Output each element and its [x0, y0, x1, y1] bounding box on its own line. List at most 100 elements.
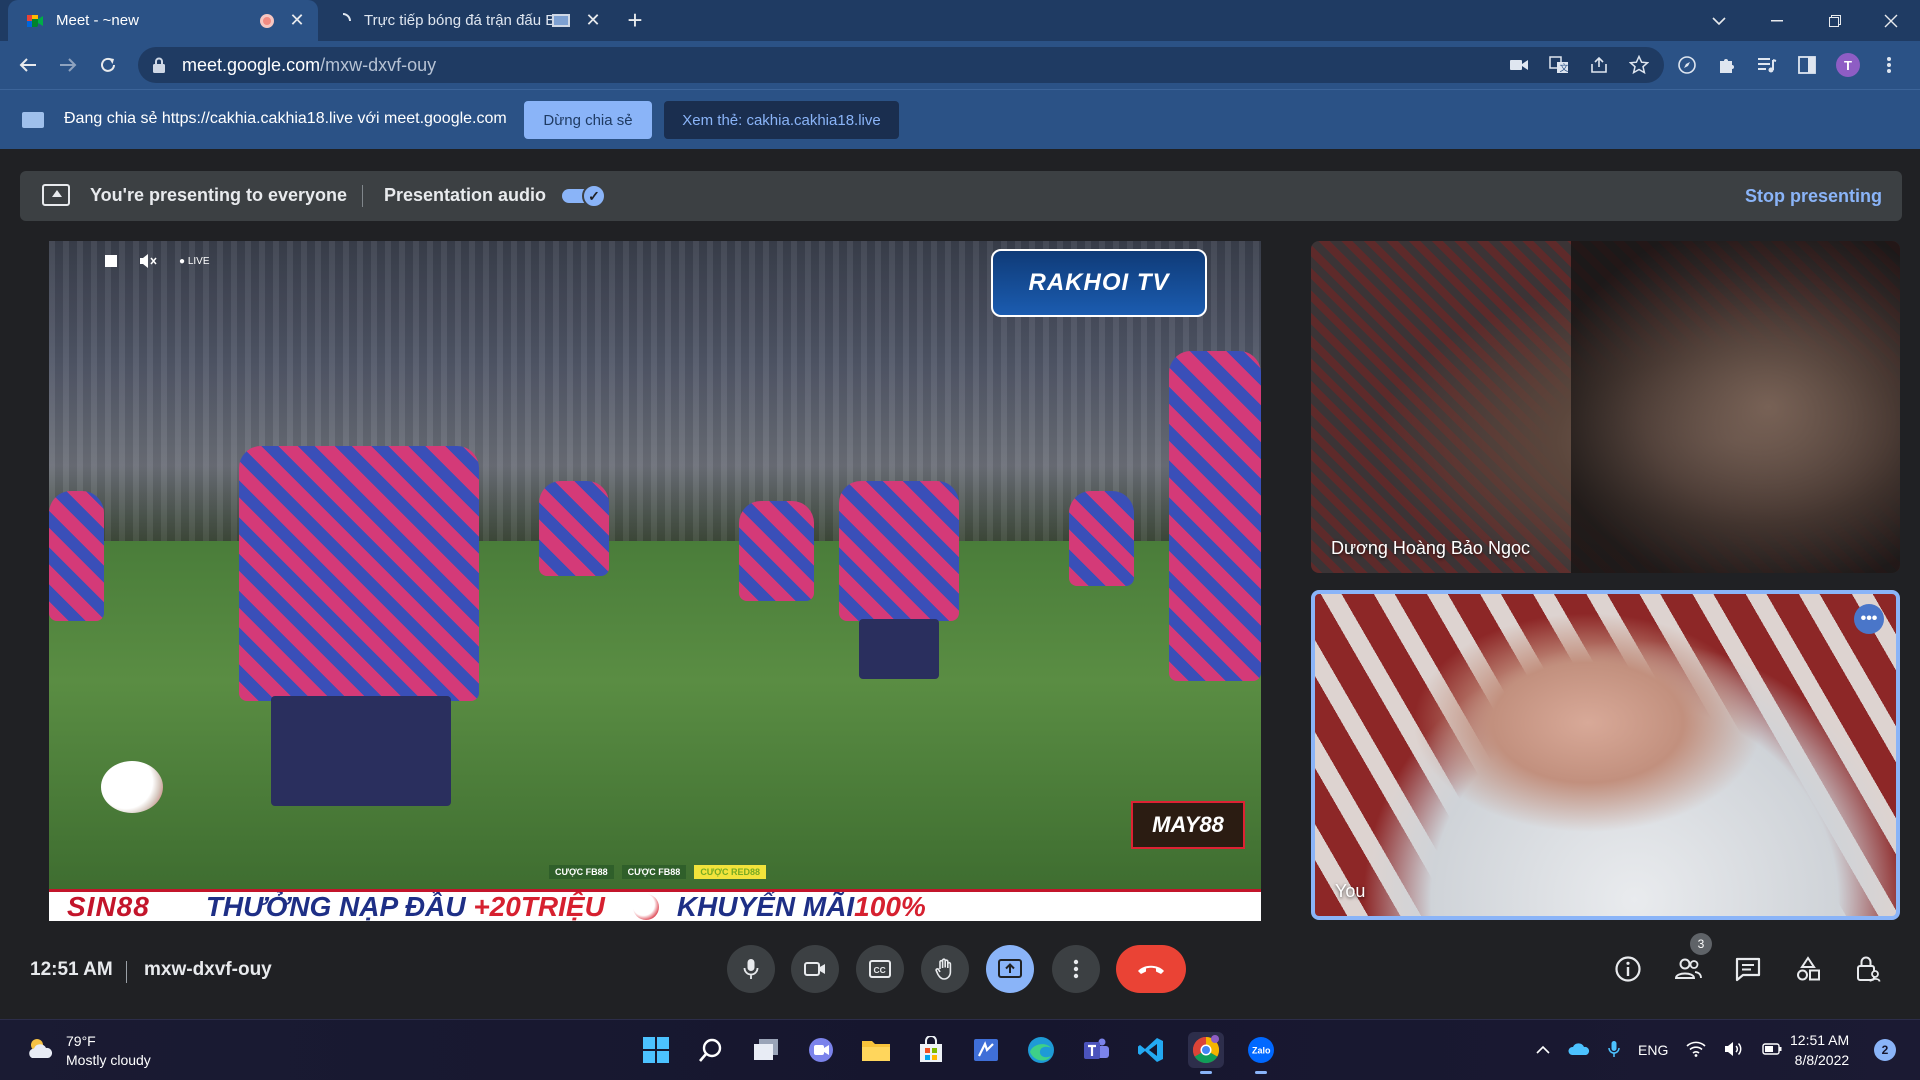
meet-control-bar: 12:51 AM mxw-dxvf-ouy CC 3 — [0, 933, 1920, 1019]
new-tab-button[interactable]: + — [620, 5, 650, 35]
microsoft-store-icon[interactable] — [913, 1032, 949, 1068]
extensions-puzzle-icon[interactable] — [1716, 54, 1738, 76]
player-figure — [539, 481, 609, 576]
presentation-audio-toggle[interactable]: ✓ — [562, 184, 606, 208]
present-now-button[interactable] — [986, 945, 1034, 993]
banner-brand: SIN88 — [67, 890, 150, 921]
teams-chat-icon[interactable] — [803, 1032, 839, 1068]
people-icon — [1674, 958, 1702, 979]
taskbar-apps: Zalo — [638, 1030, 1279, 1074]
view-shared-tab-button[interactable]: Xem thẻ: cakhia.cakhia18.live — [664, 101, 899, 139]
loading-spinner-icon — [342, 12, 351, 21]
player-shorts — [271, 696, 451, 806]
wifi-icon[interactable] — [1686, 1041, 1706, 1060]
presentation-audio-label: Presentation audio — [384, 185, 547, 205]
checkmark-icon: ✓ — [582, 184, 606, 208]
close-window-button[interactable] — [1862, 0, 1920, 41]
mute-icon[interactable] — [139, 254, 157, 268]
closed-captions-icon: CC — [869, 960, 891, 978]
chevron-up-icon[interactable] — [1536, 1042, 1550, 1058]
tab-title: Trực tiếp bóng đá trận đấu B — [364, 12, 552, 29]
compass-extension-icon[interactable] — [1676, 54, 1698, 76]
host-controls-button[interactable] — [1850, 951, 1886, 987]
banner-promo-2-amount: 100% — [854, 890, 926, 921]
close-tab-icon[interactable]: ✕ — [288, 10, 306, 31]
start-menu-icon[interactable] — [638, 1032, 674, 1068]
notification-badge[interactable]: 2 — [1874, 1039, 1896, 1061]
meeting-details-button[interactable] — [1610, 951, 1646, 987]
svg-text:Zalo: Zalo — [1252, 1046, 1271, 1056]
forward-button[interactable] — [52, 49, 84, 81]
player-figure — [49, 491, 104, 621]
windows-taskbar: 79°F Mostly cloudy Zalo ENG 12:51 AM 8/8… — [0, 1019, 1920, 1080]
camera-button[interactable] — [791, 945, 839, 993]
search-icon[interactable] — [693, 1032, 729, 1068]
participant-tile-self[interactable]: ••• You — [1311, 590, 1900, 920]
may88-logo: MAY88 — [1131, 801, 1245, 849]
banner-promo-1-text: THƯỞNG NẠP ĐẦU — [205, 890, 466, 921]
people-button[interactable] — [1670, 951, 1706, 987]
hang-up-icon — [1138, 965, 1164, 974]
lock-person-icon — [1857, 956, 1881, 982]
sharing-status-text: Đang chia sẻ https://cakhia.cakhia18.liv… — [64, 110, 507, 127]
stop-presenting-button[interactable]: Stop presenting — [1745, 186, 1882, 207]
weather-description: Mostly cloudy — [66, 1052, 151, 1068]
presenting-bar: You're presenting to everyone Presentati… — [20, 171, 1902, 221]
taskbar-clock[interactable]: 12:51 AM 8/8/2022 — [1790, 1030, 1849, 1070]
chrome-icon[interactable] — [1188, 1032, 1224, 1074]
microphone-in-use-icon[interactable] — [1608, 1040, 1620, 1061]
camera-in-use-icon[interactable] — [1508, 54, 1530, 76]
hand-icon — [935, 958, 952, 980]
stop-sharing-button[interactable]: Dừng chia sẻ — [524, 101, 652, 139]
restore-button[interactable] — [1806, 0, 1864, 41]
media-queue-icon[interactable] — [1756, 54, 1778, 76]
weather-cloudy-icon[interactable] — [26, 1036, 54, 1060]
svg-text:CC: CC — [874, 965, 886, 975]
presenting-status: You're presenting to everyone — [90, 185, 348, 205]
back-button[interactable] — [12, 49, 44, 81]
captions-button[interactable]: CC — [856, 945, 904, 993]
visual-studio-icon[interactable] — [968, 1032, 1004, 1068]
stop-icon[interactable] — [105, 255, 117, 267]
more-options-button[interactable] — [1052, 945, 1100, 993]
profile-avatar[interactable]: T — [1836, 53, 1860, 77]
reload-button[interactable] — [92, 49, 124, 81]
video-camera-icon — [804, 962, 825, 976]
bet-tag: CƯỢC FB88 — [549, 865, 614, 879]
participant-tile[interactable]: Dương Hoàng Bảo Ngọc — [1311, 241, 1900, 573]
taskbar-time: 12:51 AM — [1790, 1032, 1850, 1048]
zalo-icon[interactable]: Zalo — [1243, 1032, 1279, 1074]
side-panel-icon[interactable] — [1796, 54, 1818, 76]
more-options-icon[interactable]: ••• — [1854, 604, 1884, 634]
activities-button[interactable] — [1790, 951, 1826, 987]
leave-call-button[interactable] — [1116, 945, 1186, 993]
language-indicator[interactable]: ENG — [1638, 1042, 1668, 1058]
microsoft-teams-icon[interactable] — [1078, 1032, 1114, 1068]
volume-icon[interactable] — [1724, 1041, 1744, 1060]
chat-button[interactable] — [1730, 951, 1766, 987]
task-view-icon[interactable] — [748, 1032, 784, 1068]
player-shorts — [859, 619, 939, 679]
minimize-button[interactable] — [1748, 0, 1806, 41]
close-tab-icon[interactable]: ✕ — [584, 10, 602, 31]
browser-menu-icon[interactable] — [1878, 54, 1900, 76]
share-page-icon[interactable] — [1588, 54, 1610, 76]
tab-football-stream[interactable]: Trực tiếp bóng đá trận đấu B ✕ — [324, 0, 614, 41]
stream-controls: ● LIVE — [105, 254, 210, 268]
bookmark-star-icon[interactable] — [1628, 54, 1650, 76]
file-explorer-icon[interactable] — [858, 1032, 894, 1068]
translate-icon[interactable]: 文 — [1548, 54, 1570, 76]
address-bar[interactable]: meet.google.com/mxw-dxvf-ouy 文 — [138, 47, 1664, 83]
edge-browser-icon[interactable] — [1023, 1032, 1059, 1068]
brand-text: RAKHOI TV — [1028, 269, 1170, 296]
tab-search-icon[interactable] — [1690, 0, 1748, 41]
browser-toolbar: meet.google.com/mxw-dxvf-ouy 文 T — [0, 41, 1920, 89]
battery-icon[interactable] — [1762, 1042, 1782, 1058]
vscode-icon[interactable] — [1133, 1032, 1169, 1068]
onedrive-icon[interactable] — [1568, 1042, 1590, 1059]
tab-meet[interactable]: Meet - ~new ✕ — [8, 0, 318, 41]
raise-hand-button[interactable] — [921, 945, 969, 993]
football-pitch — [49, 541, 1261, 891]
microphone-button[interactable] — [727, 945, 775, 993]
live-indicator: ● LIVE — [179, 255, 210, 267]
